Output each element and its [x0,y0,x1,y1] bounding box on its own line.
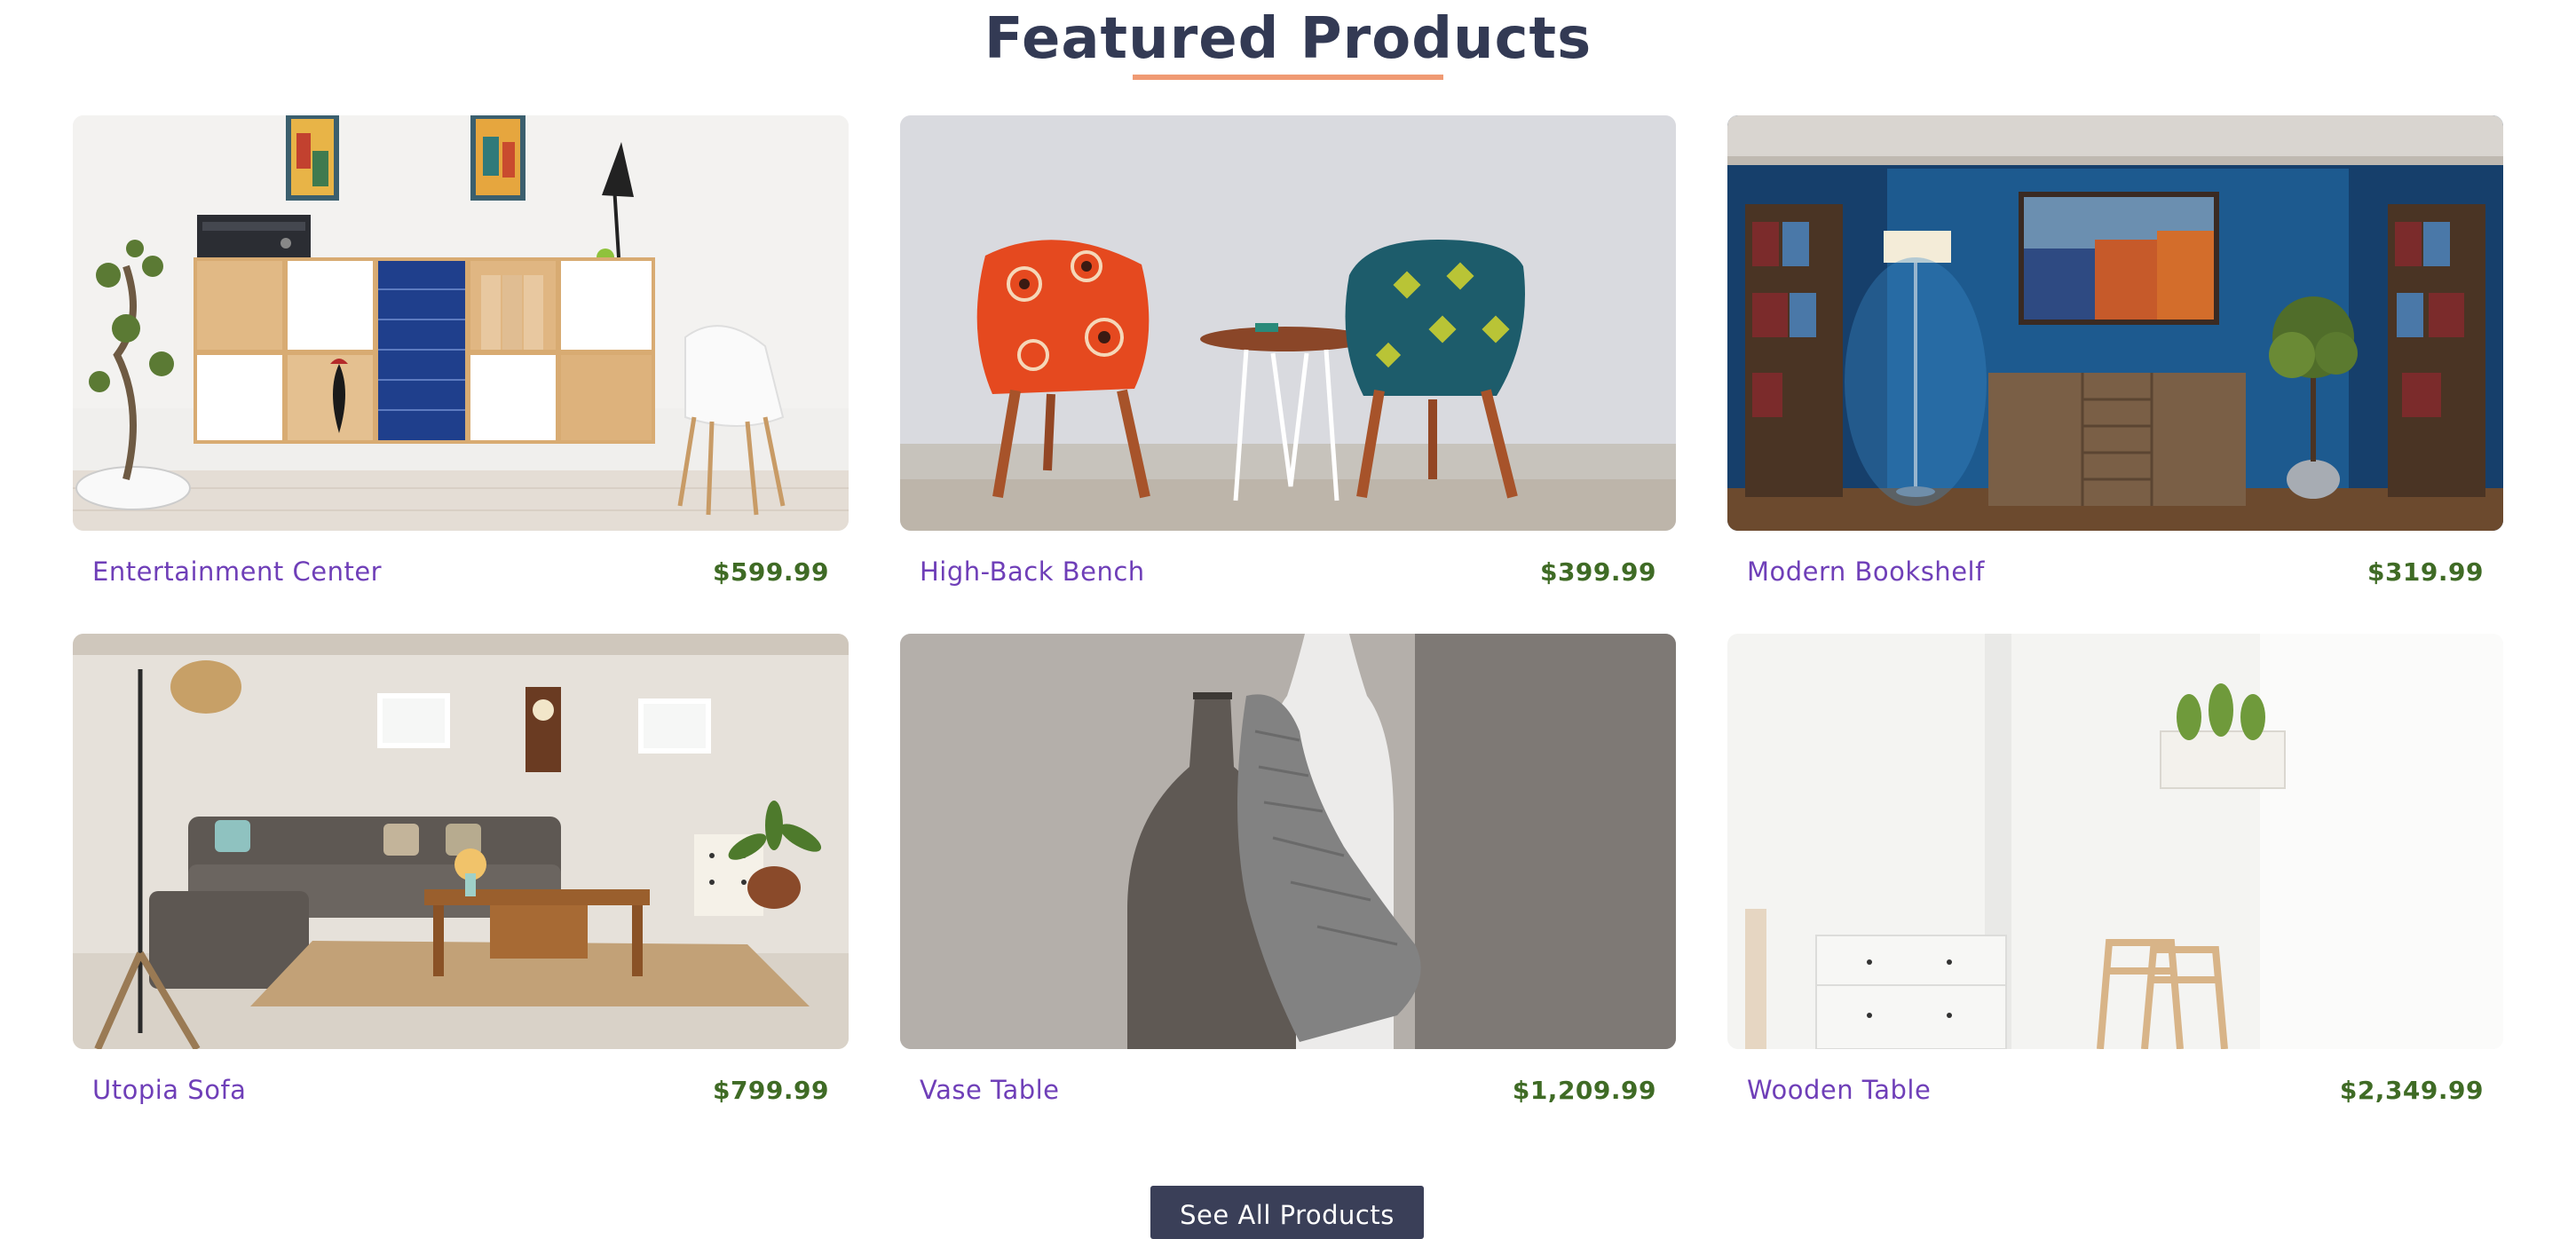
product-info: Entertainment Center $599.99 [92,548,829,595]
product-price: $799.99 [712,1075,829,1105]
modern-bookshelf-photo [1727,115,2503,531]
product-card[interactable]: Modern Bookshelf $319.99 [1727,115,2503,634]
product-card[interactable]: Vase Table $1,209.99 [900,634,1676,1152]
product-image-utopia-sofa[interactable] [73,634,849,1049]
product-name[interactable]: Modern Bookshelf [1747,556,1985,587]
vase-table-photo [900,634,1676,1049]
section-title: Featured Products [984,6,1592,72]
product-image-high-back-bench[interactable] [900,115,1676,531]
product-info: High-Back Bench $399.99 [920,548,1656,595]
product-name[interactable]: High-Back Bench [920,556,1145,587]
title-underline [1133,75,1443,80]
product-image-modern-bookshelf[interactable] [1727,115,2503,531]
product-card[interactable]: High-Back Bench $399.99 [900,115,1676,634]
wooden-table-photo [1727,634,2503,1049]
utopia-sofa-photo [73,634,849,1049]
product-name[interactable]: Entertainment Center [92,556,382,587]
product-image-vase-table[interactable] [900,634,1676,1049]
product-card[interactable]: Wooden Table $2,349.99 [1727,634,2503,1152]
product-price: $599.99 [712,556,829,587]
product-image-entertainment-center[interactable] [73,115,849,531]
product-info: Wooden Table $2,349.99 [1747,1067,2484,1113]
product-image-wooden-table[interactable] [1727,634,2503,1049]
product-grid: Entertainment Center $599.99 High-Back B… [73,115,2505,1152]
product-info: Utopia Sofa $799.99 [92,1067,829,1113]
product-price: $1,209.99 [1512,1075,1656,1105]
product-price: $399.99 [1539,556,1656,587]
product-info: Modern Bookshelf $319.99 [1747,548,2484,595]
product-price: $2,349.99 [2339,1075,2484,1105]
entertainment-center-photo [73,115,849,531]
product-card[interactable]: Utopia Sofa $799.99 [73,634,849,1152]
see-all-products-button[interactable]: See All Products [1150,1186,1424,1239]
high-back-bench-photo [900,115,1676,531]
product-price: $319.99 [2367,556,2484,587]
product-card[interactable]: Entertainment Center $599.99 [73,115,849,634]
product-name[interactable]: Wooden Table [1747,1075,1931,1105]
product-name[interactable]: Utopia Sofa [92,1075,246,1105]
product-name[interactable]: Vase Table [920,1075,1060,1105]
product-info: Vase Table $1,209.99 [920,1067,1656,1113]
